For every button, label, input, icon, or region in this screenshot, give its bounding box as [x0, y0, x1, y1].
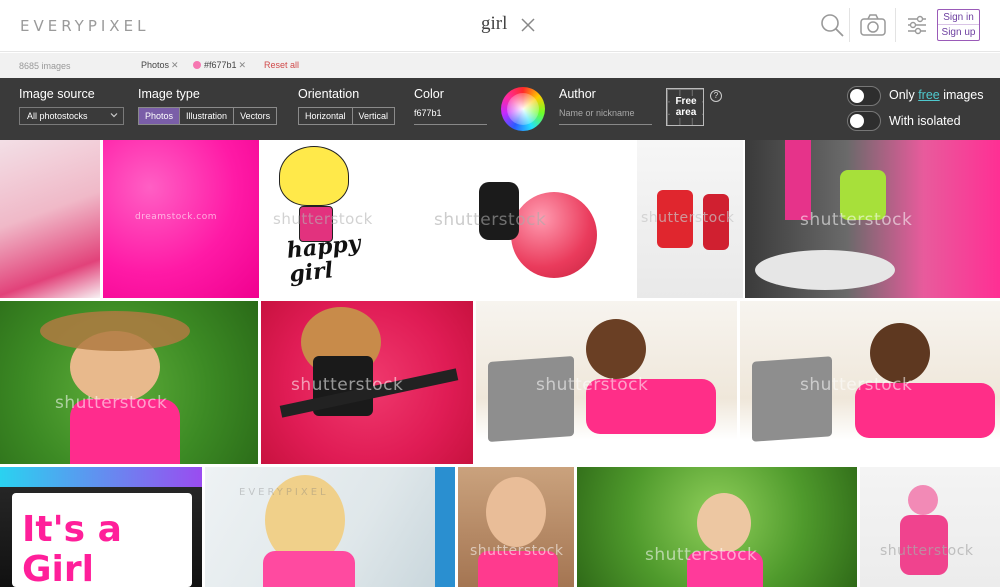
clear-search-icon[interactable]	[520, 13, 536, 35]
card-text-line: Girl	[22, 549, 94, 587]
free-area-button[interactable]: Free area	[666, 88, 704, 126]
result-image-tile[interactable]: shutterstock	[379, 140, 636, 298]
only-free-label: Only free images	[889, 88, 984, 102]
result-image-tile[interactable]: shutterstock	[577, 467, 857, 587]
result-image-tile[interactable]: shutterstock	[860, 467, 1000, 587]
chevron-down-icon	[110, 113, 118, 118]
result-image-tile[interactable]: shutterstock	[637, 140, 743, 298]
stock-watermark: shutterstock	[291, 375, 404, 395]
everypixel-watermark: EVERYPIXEL	[239, 487, 329, 498]
filter-settings-icon[interactable]	[903, 12, 931, 38]
color-swatch	[193, 61, 201, 69]
search-icon[interactable]	[818, 12, 846, 38]
color-hex-input[interactable]: f677b1	[414, 108, 487, 125]
toggle-label-prefix: Only	[889, 88, 919, 102]
result-count: 8685 images	[19, 61, 71, 71]
filter-chip-color: #f677b1 ✕	[193, 60, 246, 71]
only-free-toggle[interactable]	[847, 86, 881, 106]
image-type-toggle: Photos Illustration Vectors	[138, 107, 278, 125]
everypixel-logo[interactable]: EVERYPIXEL	[20, 17, 149, 35]
image-source-select[interactable]: All photostocks	[19, 107, 124, 125]
stock-watermark: shutterstock	[55, 393, 168, 413]
search-filters-panel: Image source All photostocks Image type …	[0, 78, 1000, 140]
toggle-label-suffix: images	[939, 88, 984, 102]
chip-label: Photos	[141, 60, 170, 70]
image-source-value: All photostocks	[27, 111, 88, 121]
free-area-label: Free area	[670, 96, 702, 118]
image-type-vectors[interactable]: Vectors	[234, 108, 276, 124]
reset-all-link[interactable]: Reset all	[264, 60, 299, 70]
with-isolated-label: With isolated	[889, 114, 961, 128]
result-image-tile[interactable]: EVERYPIXEL	[205, 467, 455, 587]
camera-icon[interactable]	[859, 12, 887, 38]
stock-watermark: shutterstock	[273, 210, 373, 228]
header-divider	[849, 8, 850, 42]
orientation-vertical[interactable]: Vertical	[353, 108, 395, 124]
top-header: EVERYPIXEL girl Sign in Sign up	[0, 0, 1000, 52]
image-source-label: Image source	[19, 87, 95, 101]
result-image-tile[interactable]: shutterstock	[745, 140, 1000, 298]
image-card-text: It's a Girl	[22, 510, 182, 587]
sign-up-link[interactable]: Sign up	[938, 25, 979, 40]
image-type-label: Image type	[138, 87, 200, 101]
stock-watermark: dreamstock.com	[135, 212, 218, 222]
result-image-tile[interactable]: shutterstock	[0, 301, 258, 464]
result-image-tile[interactable]	[0, 140, 100, 298]
result-image-tile[interactable]: shutterstock	[261, 301, 473, 464]
remove-chip-icon[interactable]: ✕	[171, 60, 179, 70]
header-divider	[895, 8, 896, 42]
filter-chip-photos: Photos ✕	[141, 60, 179, 71]
author-label: Author	[559, 87, 596, 101]
orientation-label: Orientation	[298, 87, 360, 101]
toggle-knob	[850, 114, 864, 128]
result-image-tile[interactable]: shutterstock	[458, 467, 574, 587]
search-query[interactable]: girl	[481, 13, 507, 35]
help-icon[interactable]: ?	[710, 90, 722, 102]
free-link[interactable]: free	[918, 88, 940, 102]
result-image-tile[interactable]: dreamstock.com	[103, 140, 259, 298]
author-input[interactable]: Name or nickname	[559, 108, 652, 125]
stock-watermark: shutterstock	[536, 375, 649, 395]
orientation-horizontal[interactable]: Horizontal	[299, 108, 353, 124]
chip-label: #f677b1	[204, 60, 237, 70]
stock-watermark: shutterstock	[800, 210, 913, 230]
stock-watermark: shutterstock	[641, 210, 735, 226]
card-text-line: It's a	[22, 509, 122, 550]
sign-in-link[interactable]: Sign in	[938, 10, 979, 25]
stock-watermark: shutterstock	[800, 375, 913, 395]
stock-watermark: shutterstock	[880, 543, 974, 559]
result-image-tile[interactable]: shutterstock	[740, 301, 1000, 464]
image-type-photos[interactable]: Photos	[139, 108, 181, 124]
active-filters-bar: 8685 images Photos ✕ #f677b1 ✕ Reset all	[0, 53, 1000, 78]
auth-box: Sign in Sign up	[937, 9, 980, 41]
stock-watermark: shutterstock	[470, 543, 564, 559]
result-image-tile[interactable]: shutterstock	[476, 301, 737, 464]
stock-watermark: shutterstock	[645, 545, 758, 565]
image-caption-text: happy girl	[286, 230, 364, 287]
stock-watermark: shutterstock	[434, 210, 547, 230]
color-label: Color	[414, 87, 444, 101]
remove-chip-icon[interactable]: ✕	[239, 60, 247, 70]
with-isolated-toggle[interactable]	[847, 111, 881, 131]
minus-circle-icon	[178, 546, 192, 560]
image-type-illustration[interactable]: Illustration	[180, 108, 235, 124]
toggle-knob	[850, 89, 864, 103]
orientation-toggle: Horizontal Vertical	[298, 107, 396, 125]
color-wheel-picker[interactable]	[501, 87, 545, 131]
